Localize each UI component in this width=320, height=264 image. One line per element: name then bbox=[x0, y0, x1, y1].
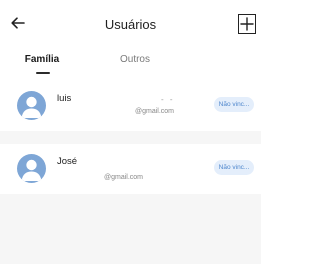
tab-outros[interactable]: Outros bbox=[113, 54, 157, 66]
user-avatar-icon bbox=[17, 91, 46, 120]
user-list-item[interactable]: José @gmail.com Não vinc... bbox=[0, 144, 261, 194]
users-screen: Usuários Família Outros luis - - @gmail.… bbox=[0, 0, 261, 264]
user-name: José bbox=[57, 156, 78, 167]
tab-bar: Família Outros bbox=[0, 46, 261, 80]
top-app-bar: Usuários bbox=[0, 0, 261, 44]
user-masked-text: - - bbox=[161, 95, 175, 104]
user-avatar-icon bbox=[17, 154, 46, 183]
active-tab-indicator bbox=[36, 72, 50, 74]
status-badge: Não vinc... bbox=[214, 97, 254, 112]
page-title: Usuários bbox=[104, 17, 157, 32]
tab-familia[interactable]: Família bbox=[18, 54, 66, 66]
user-email: @gmail.com bbox=[104, 174, 144, 181]
user-list: luis - - @gmail.com Não vinc... José @gm… bbox=[0, 81, 261, 264]
plus-icon bbox=[240, 17, 254, 31]
add-user-button[interactable] bbox=[238, 14, 256, 34]
user-list-item[interactable]: luis - - @gmail.com Não vinc... bbox=[0, 81, 261, 131]
user-email: @gmail.com bbox=[135, 108, 175, 115]
user-name: luis bbox=[57, 93, 72, 104]
status-badge: Não vinc... bbox=[214, 160, 254, 175]
